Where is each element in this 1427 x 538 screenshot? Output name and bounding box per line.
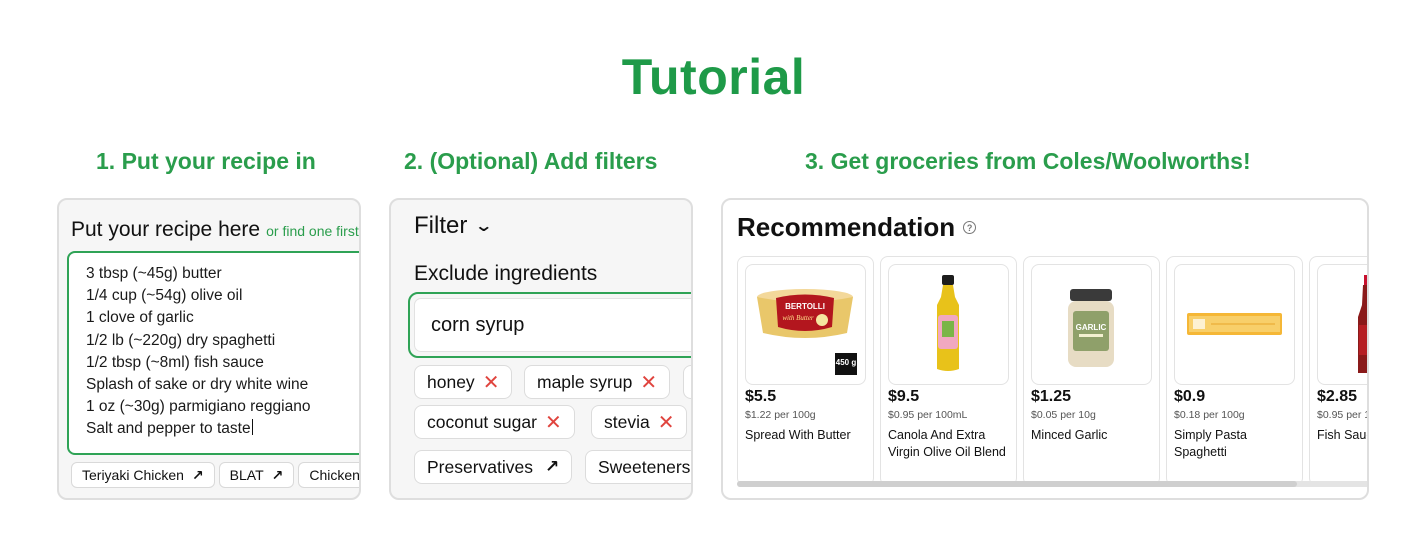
excluded-tag: honey ✕ bbox=[414, 365, 513, 399]
recipe-line-last: Salt and pepper to taste bbox=[86, 418, 359, 440]
exclude-input-focus-ring: corn syrup bbox=[408, 292, 691, 358]
suggestion-chip[interactable]: BLAT ↗ bbox=[218, 462, 295, 488]
product-subtext: with Butter bbox=[782, 314, 814, 322]
product-name: Canola And Extra Virgin Olive Oil Blend bbox=[888, 428, 1006, 459]
preset-filter-chip[interactable]: Preservatives ↗ bbox=[414, 450, 573, 484]
page-title: Tutorial bbox=[621, 49, 806, 105]
recipe-line-text: Salt and pepper to taste bbox=[86, 420, 251, 438]
excluded-tag-label: honey bbox=[427, 371, 475, 392]
arrow-up-right-icon: ↗ bbox=[545, 457, 560, 476]
product-card[interactable]: $2.85 $0.95 per 1 Fish Sauce bbox=[1309, 256, 1369, 486]
step-1-heading: 1. Put your recipe in bbox=[96, 148, 316, 174]
recipe-line: 1 oz (~30g) parmigiano reggiano bbox=[86, 398, 311, 416]
excluded-tag: coconut sugar ✕ bbox=[414, 405, 575, 439]
recipe-line: 1/2 lb (~220g) dry spaghetti bbox=[86, 331, 276, 349]
recipe-textarea[interactable]: 3 tbsp (~45g) butter 1/4 cup (~54g) oliv… bbox=[67, 251, 359, 455]
carousel-scrollbar[interactable] bbox=[737, 481, 1367, 487]
suggestion-chip[interactable]: Chicken↗ bbox=[298, 462, 360, 488]
butter-tub-image: BERTOLLI with Butter 450 g bbox=[757, 289, 857, 375]
product-price: $1.25 bbox=[1031, 388, 1072, 405]
exclude-label: Exclude ingredients bbox=[414, 262, 598, 285]
product-carousel[interactable]: BERTOLLI with Butter 450 g $5.5 $1.22 pe… bbox=[737, 256, 1369, 486]
product-unit-price: $0.05 per 10g bbox=[1031, 409, 1096, 421]
product-image bbox=[1174, 264, 1295, 385]
preset-filter-chip[interactable]: Sweeteners bbox=[585, 450, 691, 484]
excluded-tag-label: maple syrup bbox=[537, 371, 633, 392]
recipe-heading-label: Put your recipe here bbox=[71, 218, 261, 241]
recommendation-title: Recommendation bbox=[737, 212, 956, 242]
filter-toggle[interactable]: Filter ⌄ bbox=[414, 212, 494, 240]
chevron-down-icon: ⌄ bbox=[474, 218, 494, 235]
product-card[interactable]: GARLIC $1.25 $0.05 per 10g Minced Garlic bbox=[1023, 256, 1160, 486]
excluded-tag: maple syrup ✕ bbox=[524, 365, 671, 399]
preset-filter-label: Preservatives bbox=[427, 456, 534, 477]
excluded-tag-label: coconut sugar bbox=[427, 411, 537, 432]
scrollbar-thumb[interactable] bbox=[737, 481, 1297, 487]
suggestion-chip[interactable]: Teriyaki Chicken ↗ bbox=[71, 462, 215, 488]
product-unit-price: $0.95 per 100mL bbox=[888, 409, 968, 421]
help-icon[interactable]: ? bbox=[963, 221, 977, 234]
recipe-panel: Put your recipe here or find one first 3 … bbox=[57, 198, 361, 500]
remove-icon[interactable]: ✕ bbox=[658, 410, 675, 435]
product-price: $0.9 bbox=[1174, 388, 1206, 405]
recommendation-panel: Recommendation ? BERTOLLI with Butter 45… bbox=[721, 198, 1369, 500]
suggestion-label: BLAT bbox=[229, 467, 264, 483]
step-2-heading: 2. (Optional) Add filters bbox=[404, 148, 658, 174]
product-name: Simply Pasta Spaghetti bbox=[1174, 428, 1247, 459]
product-name: Fish Sauce bbox=[1317, 428, 1367, 442]
suggestion-label: Teriyaki Chicken bbox=[82, 467, 184, 483]
product-price: $2.85 bbox=[1317, 388, 1358, 405]
text-caret bbox=[251, 419, 253, 436]
excluded-tag-label: stevia bbox=[604, 411, 650, 432]
oil-bottle-image bbox=[937, 275, 959, 371]
product-image bbox=[888, 264, 1009, 385]
spaghetti-pack-image bbox=[1187, 313, 1282, 335]
recipe-line: 1 clove of garlic bbox=[86, 309, 194, 327]
recipe-line: 1/2 tbsp (~8ml) fish sauce bbox=[86, 353, 264, 371]
remove-icon[interactable]: ✕ bbox=[640, 370, 657, 395]
product-card[interactable]: $9.5 $0.95 per 100mL Canola And Extra Vi… bbox=[880, 256, 1017, 486]
recipe-suggestions: Teriyaki Chicken ↗ BLAT ↗ Chicken↗ bbox=[71, 462, 360, 488]
product-card[interactable]: BERTOLLI with Butter 450 g $5.5 $1.22 pe… bbox=[737, 256, 874, 486]
recipe-line: 1/4 cup (~54g) olive oil bbox=[86, 287, 243, 305]
product-image bbox=[1317, 264, 1367, 385]
filter-title: Filter bbox=[414, 212, 468, 239]
remove-icon[interactable]: ✕ bbox=[483, 370, 500, 395]
product-image: BERTOLLI with Butter 450 g bbox=[745, 264, 866, 385]
preset-filter-label: Sweeteners bbox=[598, 456, 691, 477]
product-unit-price: $0.18 per 100g bbox=[1174, 409, 1245, 421]
garlic-jar-image: GARLIC bbox=[1068, 289, 1114, 367]
brand-text: BERTOLLI bbox=[785, 302, 825, 311]
remove-icon[interactable]: ✕ bbox=[545, 410, 562, 435]
product-price: $5.5 bbox=[745, 388, 777, 405]
product-unit-price: $1.22 per 100g bbox=[745, 409, 816, 421]
arrow-up-right-icon: ↗ bbox=[191, 466, 204, 483]
product-price: $9.5 bbox=[888, 388, 920, 405]
product-image: GARLIC bbox=[1031, 264, 1152, 385]
size-badge: 450 g bbox=[836, 358, 857, 367]
arrow-up-right-icon: ↗ bbox=[271, 466, 284, 483]
recommendation-heading: Recommendation ? bbox=[737, 212, 977, 243]
step-3-heading: 3. Get groceries from Coles/Woolworths! bbox=[805, 148, 1251, 174]
product-card[interactable]: $0.9 $0.18 per 100g Simply Pasta Spaghet… bbox=[1166, 256, 1303, 486]
find-recipe-link[interactable]: or find one first bbox=[266, 223, 359, 239]
excluded-tag: stevia ✕ bbox=[591, 405, 688, 439]
product-name: Minced Garlic bbox=[1031, 428, 1108, 442]
recipe-heading: Put your recipe here or find one first bbox=[71, 218, 359, 242]
product-name: Spread With Butter bbox=[745, 428, 851, 442]
recipe-line: 3 tbsp (~45g) butter bbox=[86, 265, 222, 282]
filter-panel: Filter ⌄ Exclude ingredients corn syrup … bbox=[389, 198, 693, 500]
recipe-line: Splash of sake or dry white wine bbox=[86, 376, 309, 394]
jar-label-text: GARLIC bbox=[1076, 323, 1107, 332]
product-unit-price: $0.95 per 1 bbox=[1317, 409, 1369, 421]
exclude-input[interactable]: corn syrup bbox=[414, 298, 691, 352]
suggestion-label: Chicken bbox=[309, 467, 360, 483]
fish-sauce-bottle-image bbox=[1358, 275, 1367, 373]
excluded-tag-overflow bbox=[683, 365, 691, 399]
